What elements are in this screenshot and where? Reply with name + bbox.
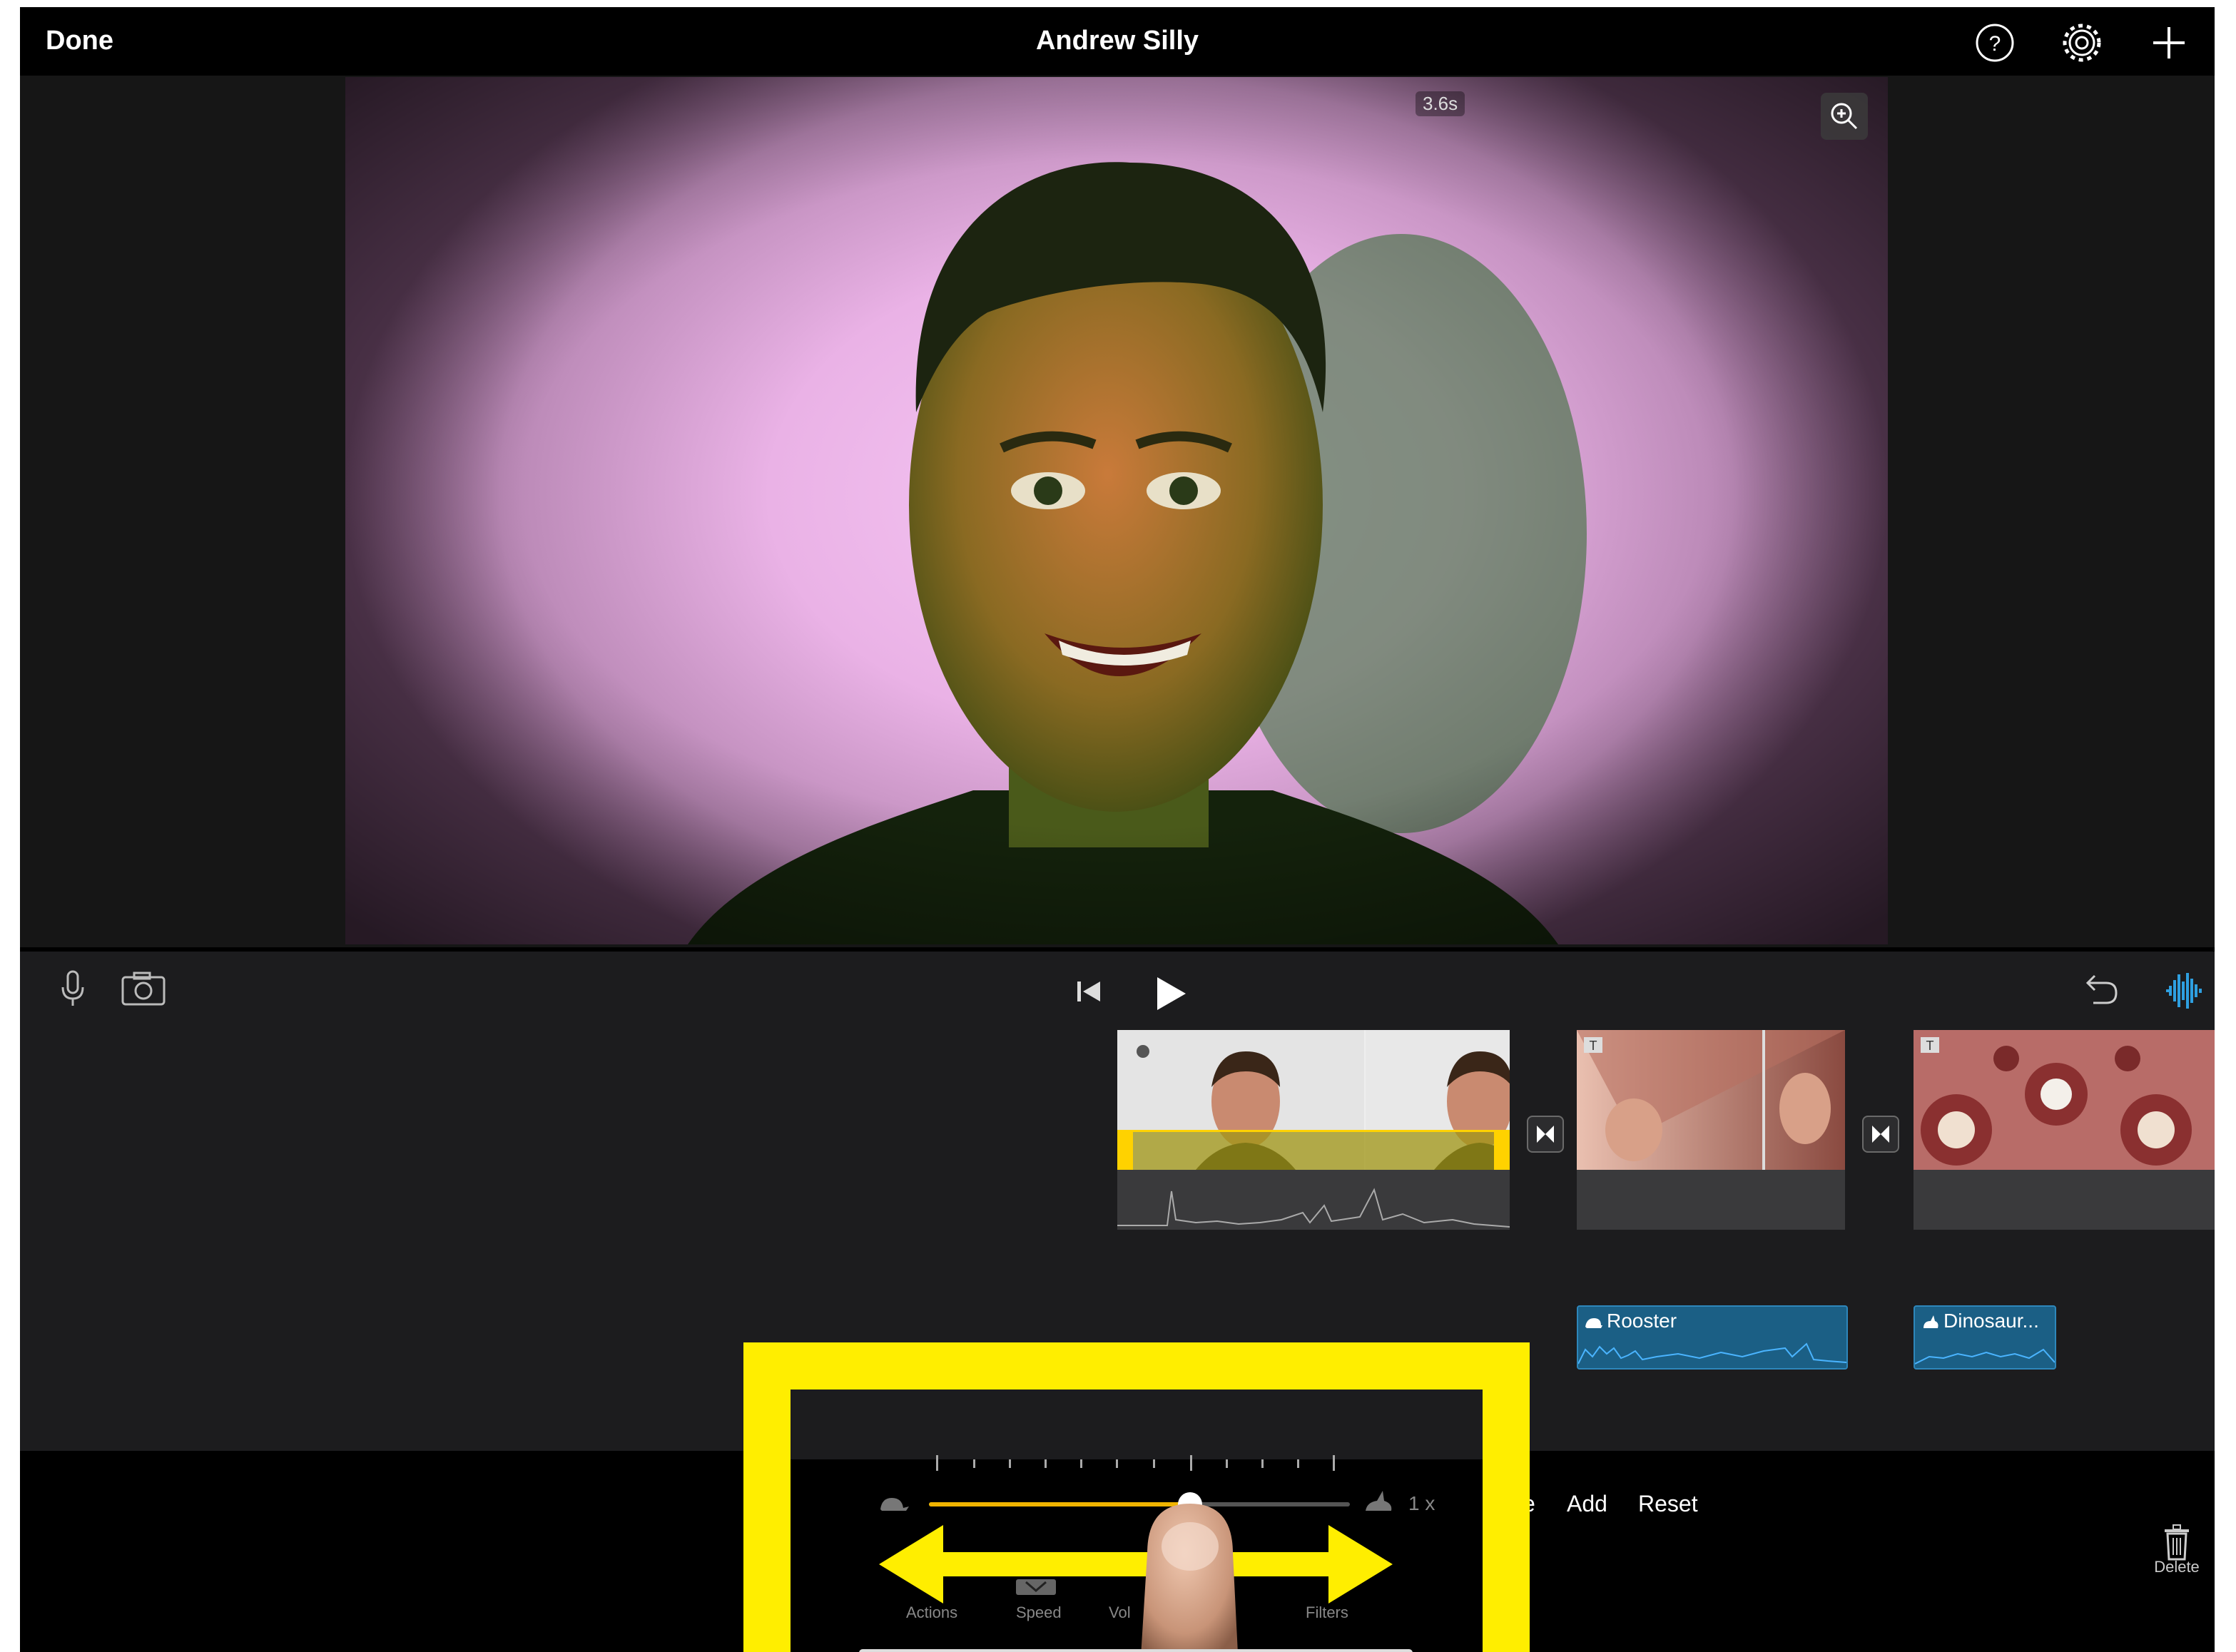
speed-slider-callout: 1 x Actions Speed Vol Filters — [743, 1342, 1530, 1652]
speed-slider-zoom: 1 x Actions Speed Vol Filters — [791, 1390, 1483, 1652]
speed-range-selection[interactable] — [1117, 1130, 1510, 1170]
svg-text:T: T — [1926, 1039, 1934, 1053]
transition-icon[interactable] — [1527, 1116, 1564, 1153]
clip-audio-waveform — [1117, 1170, 1510, 1230]
tab-filters[interactable]: Filters — [1306, 1603, 1348, 1622]
video-preview[interactable]: 3.6s — [345, 77, 1888, 944]
timeline-background — [791, 1390, 1483, 1459]
svg-text:?: ? — [1989, 32, 2001, 56]
tab-speed[interactable]: Speed — [1016, 1603, 1062, 1622]
audio-clip-dinosaur[interactable]: Dinosaur... — [1914, 1305, 2056, 1370]
play-icon[interactable] — [1144, 969, 1194, 1019]
video-clip-3[interactable]: T — [1914, 1030, 2215, 1170]
audio-waveform-icon[interactable] — [2160, 967, 2207, 1014]
reset-button[interactable]: Reset — [1638, 1491, 1698, 1517]
home-indicator — [859, 1649, 1413, 1652]
zoom-in-icon[interactable] — [1821, 93, 1868, 140]
person-video-frame — [345, 77, 1888, 944]
clip-duration-badge: 3.6s — [1416, 91, 1465, 116]
speed-value: 1 x — [1408, 1492, 1435, 1514]
playback-controls — [20, 952, 2215, 1030]
range-handle-right[interactable] — [1494, 1130, 1510, 1170]
video-clip-1[interactable] — [1117, 1030, 1510, 1170]
plus-icon[interactable] — [2148, 21, 2190, 64]
microphone-icon[interactable] — [51, 967, 94, 1010]
video-clip-2[interactable]: T — [1577, 1030, 1845, 1170]
delete-label: Delete — [2154, 1558, 2200, 1576]
imovie-window: Done Andrew Silly ? 3.6s T T Rooster Din… — [20, 7, 2215, 1652]
undo-icon[interactable] — [2078, 967, 2125, 1014]
range-handle-left[interactable] — [1117, 1130, 1133, 1170]
add-button[interactable]: Add — [1567, 1491, 1607, 1517]
clip-audio-empty — [1577, 1170, 1845, 1230]
camera-icon[interactable] — [118, 967, 168, 1010]
rabbit-icon — [1366, 1491, 1392, 1511]
finger-touch — [1141, 1504, 1238, 1652]
audio-clip-rooster[interactable]: Rooster — [1577, 1305, 1848, 1370]
settings-gear-icon[interactable] — [2060, 21, 2103, 64]
skip-to-start-icon[interactable] — [1067, 970, 1110, 1013]
trash-icon[interactable] — [2160, 1524, 2193, 1562]
help-icon[interactable]: ? — [1973, 21, 2016, 64]
tab-actions[interactable]: Actions — [906, 1603, 957, 1622]
turtle-icon — [880, 1498, 909, 1511]
video-viewer: 3.6s — [20, 76, 2215, 947]
clip-audio-empty — [1914, 1170, 2215, 1230]
transition-icon[interactable] — [1862, 1116, 1899, 1153]
project-title: Andrew Silly — [1035, 26, 1199, 56]
svg-text:T: T — [1590, 1039, 1597, 1053]
top-bar: Done Andrew Silly ? — [20, 7, 2215, 76]
